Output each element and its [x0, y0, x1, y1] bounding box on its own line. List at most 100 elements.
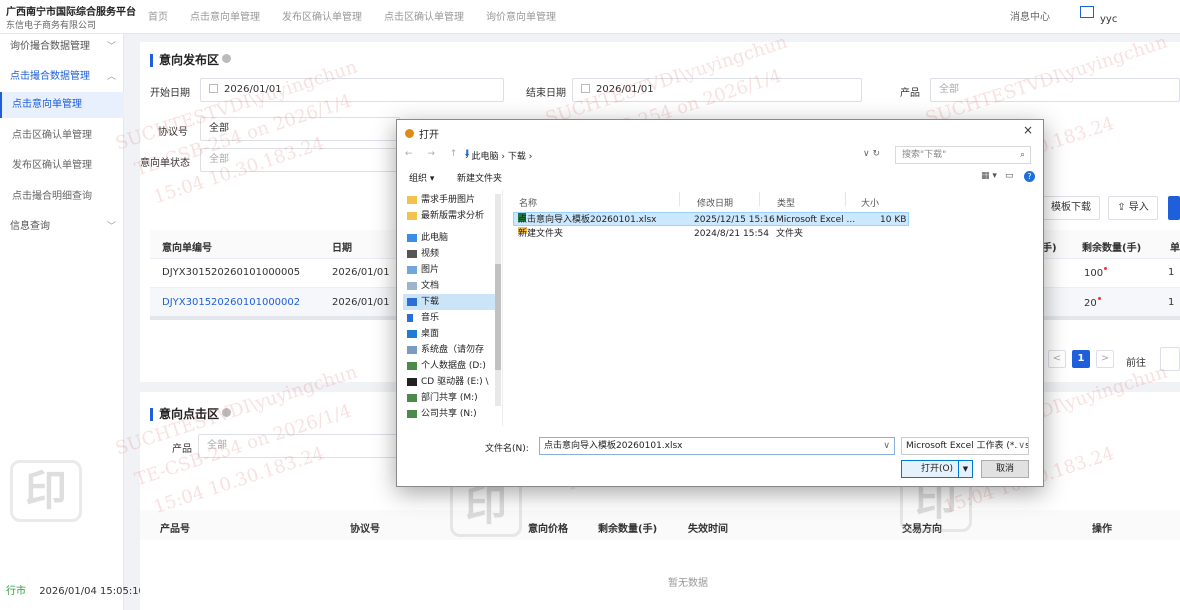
agreement-select[interactable]: 全部	[200, 117, 400, 141]
table-row-remaining: 100	[1084, 267, 1108, 279]
new-folder-button[interactable]: 新建文件夹	[457, 171, 502, 184]
nav-item-music[interactable]: 音乐	[403, 310, 497, 326]
breadcrumb-pc[interactable]: 此电脑	[471, 152, 498, 162]
nav-item-label: 公司共享 (N:)	[421, 409, 477, 419]
help-icon[interactable]	[222, 54, 232, 63]
nav-item-cd-drive[interactable]: CD 驱动器 (E:) \	[403, 374, 497, 390]
col-header-modified[interactable]: 修改日期	[697, 196, 733, 209]
nav-item-this-pc[interactable]: 此电脑	[403, 230, 497, 246]
file-size: 10 KB	[880, 215, 907, 225]
table-row-id[interactable]: DJYX301520260101000005	[162, 267, 300, 278]
close-icon[interactable]: ×	[1023, 123, 1033, 137]
nav-click-intent[interactable]: 点击意向单管理	[190, 8, 260, 23]
sidebar-group-click[interactable]: 点击撮合数据管理 ︿	[0, 64, 124, 90]
nav-item-videos[interactable]: 视频	[403, 246, 497, 262]
nav-inquiry-intent[interactable]: 询价意向单管理	[486, 8, 556, 23]
col-remaining-qty: 剩余数量(手)	[598, 524, 658, 535]
click-product-label: 产品	[172, 444, 192, 455]
filename-input[interactable]: 点击意向导入模板20260101.xlsx ∨	[539, 437, 895, 455]
divider	[845, 192, 846, 206]
nav-item-d-drive[interactable]: 个人数据盘 (D:)	[403, 358, 497, 374]
help-icon[interactable]: ?	[1024, 171, 1035, 182]
publish-section-title: 意向发布区	[150, 54, 232, 67]
end-date-input[interactable]: 2026/01/01	[572, 78, 862, 102]
search-placeholder: 搜索"下载"	[902, 150, 947, 160]
brand[interactable]: 广西南宁市国际综合服务平台 东信电子商务有限公司	[6, 3, 136, 31]
start-date-input[interactable]: 2026/01/01	[200, 78, 504, 102]
search-input[interactable]: 搜索"下载" ⌕	[895, 146, 1031, 164]
nav-item-m-drive[interactable]: 部门共享 (M:)	[403, 390, 497, 406]
video-icon	[407, 250, 417, 258]
nav-item-system-drive[interactable]: 系统盘（请勿存	[403, 342, 497, 358]
pager-page-1[interactable]: 1	[1072, 350, 1090, 368]
breadcrumb-downloads[interactable]: 下载	[508, 152, 526, 162]
chevron-up-icon: ︿	[106, 72, 116, 82]
template-download-button[interactable]: 模板下载	[1042, 196, 1100, 220]
col-header-name[interactable]: 名称	[519, 196, 537, 209]
import-button[interactable]: ⇪ 导入	[1108, 196, 1158, 220]
nav-item-folder[interactable]: 需求手册图片	[403, 192, 497, 208]
product-select[interactable]: 全部	[930, 78, 1180, 102]
sidebar-item-click-intent[interactable]: 点击意向单管理	[0, 92, 124, 118]
sidebar-group-info[interactable]: 信息查询 ﹀	[0, 214, 124, 240]
add-button[interactable]	[1168, 196, 1180, 220]
nav-item-desktop[interactable]: 桌面	[403, 326, 497, 342]
nav-item-folder[interactable]: 最新版需求分析	[403, 208, 497, 224]
nav-home[interactable]: 首页	[148, 8, 168, 23]
nav-item-label: 音乐	[421, 313, 440, 323]
chevron-down-icon: ﹀	[106, 222, 116, 232]
search-icon: ⌕	[1019, 150, 1025, 160]
nav-item-label: 文档	[421, 281, 440, 291]
organize-menu[interactable]: 组织 ▾	[409, 171, 434, 184]
filetype-select[interactable]: Microsoft Excel 工作表 (*.xlsx ∨	[901, 437, 1029, 455]
sidebar-item-publish-confirm[interactable]: 发布区确认单管理	[0, 153, 124, 179]
col-intent-id: 意向单编号	[162, 243, 212, 254]
nav-item-pictures[interactable]: 图片	[403, 262, 497, 278]
open-button[interactable]: 打开(O) ▼	[901, 460, 973, 478]
remaining-value: 100	[1084, 268, 1104, 279]
col-direction: 交易方向	[902, 524, 942, 535]
chevron-down-icon[interactable]: ∨	[883, 438, 890, 454]
sidebar-item-click-confirm[interactable]: 点击区确认单管理	[0, 123, 124, 149]
user-icon[interactable]	[1080, 6, 1094, 18]
back-forward-up-icons[interactable]: ← → ↑	[405, 149, 463, 159]
col-header-size[interactable]: 大小	[861, 196, 879, 209]
app-icon	[405, 129, 414, 138]
breadcrumb[interactable]: › 此电脑 › 下载 ›	[465, 149, 532, 162]
file-modified: 2025/12/15 15:16	[694, 215, 775, 225]
col-header-type[interactable]: 类型	[777, 196, 795, 209]
pager-next-button[interactable]: >	[1096, 350, 1114, 368]
pager-goto-input[interactable]	[1160, 347, 1180, 371]
refresh-icon[interactable]: ∨ ↻	[863, 149, 880, 159]
product-label: 产品	[900, 88, 920, 99]
cancel-button[interactable]: 取消	[981, 460, 1029, 478]
nav-scrollbar[interactable]	[495, 194, 501, 406]
pager-prev-button[interactable]: <	[1048, 350, 1066, 368]
table-row-extra: 1	[1168, 267, 1175, 278]
sidebar-group-inquiry[interactable]: 询价撮合数据管理 ﹀	[0, 34, 124, 60]
help-icon[interactable]	[222, 408, 232, 417]
click-product-select[interactable]: 全部	[198, 434, 408, 458]
nav-item-n-drive[interactable]: 公司共享 (N:)	[403, 406, 497, 422]
nav-item-downloads[interactable]: 下载	[403, 294, 497, 310]
message-center-link[interactable]: 消息中心	[1010, 8, 1050, 23]
file-row-excel[interactable]: 点击意向导入模板20260101.xlsx 2025/12/15 15:16 M…	[513, 212, 909, 226]
calendar-icon	[209, 84, 218, 93]
sidebar-item-click-detail[interactable]: 点击撮合明细查询	[0, 184, 124, 210]
open-split-arrow-icon[interactable]: ▼	[958, 461, 972, 477]
table-row-id[interactable]: DJYX301520260101000002	[162, 297, 300, 308]
view-options-icon[interactable]: ▦ ▾	[981, 171, 997, 181]
remaining-value: 20	[1084, 298, 1097, 309]
file-row-folder[interactable]: 新建文件夹 2024/8/21 15:54 文件夹	[513, 227, 909, 241]
col-action: 操作	[1092, 524, 1112, 535]
scrollbar-thumb[interactable]	[495, 264, 501, 370]
nav-click-confirm[interactable]: 点击区确认单管理	[384, 8, 464, 23]
preview-pane-icon[interactable]: ▭	[1005, 171, 1014, 181]
nav-publish-confirm[interactable]: 发布区确认单管理	[282, 8, 362, 23]
username[interactable]: yyc	[1100, 14, 1117, 25]
filetype-value: Microsoft Excel 工作表 (*.xlsx	[906, 441, 1029, 451]
col-extra: 单	[1170, 243, 1180, 254]
nav-item-documents[interactable]: 文档	[403, 278, 497, 294]
intent-status-select[interactable]: 全部	[200, 148, 400, 172]
end-date-label: 结束日期	[526, 88, 566, 99]
